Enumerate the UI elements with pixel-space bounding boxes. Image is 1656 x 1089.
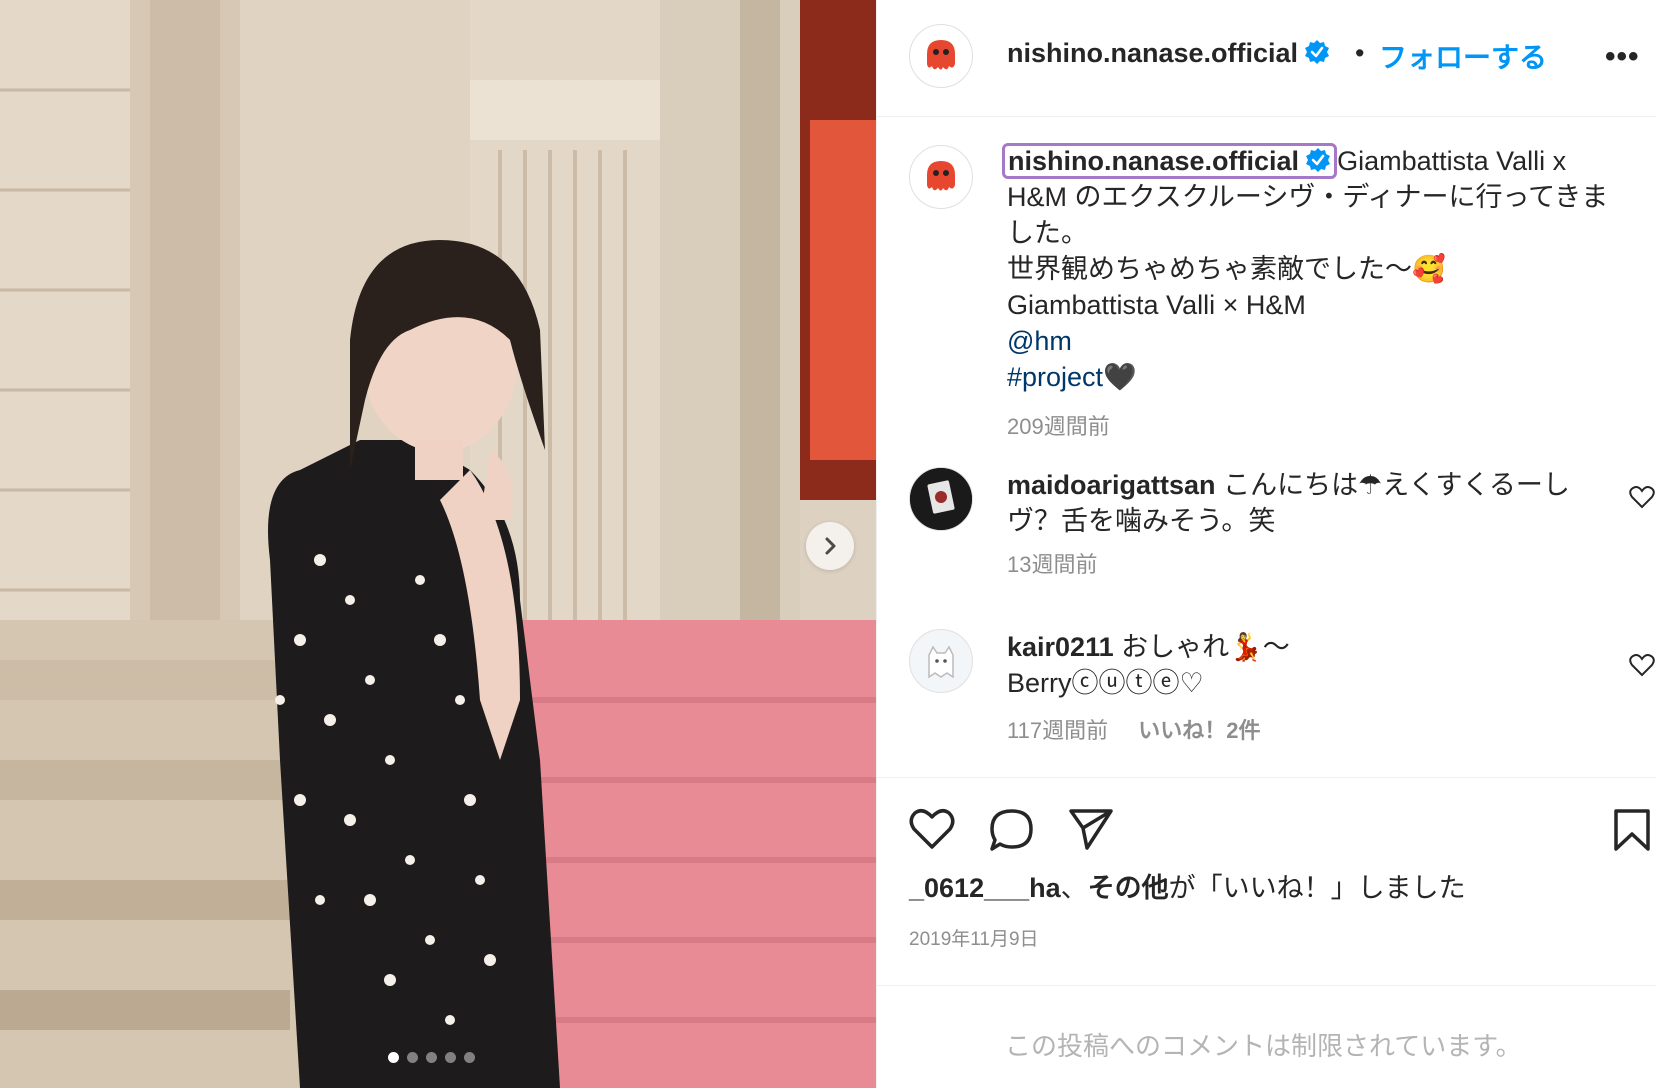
comment-likes-count[interactable]: いいね！2件 [1138,718,1260,743]
comment-text: maidoarigattsan こんにちは☂えくすくるーしヴ？舌を噛みそう。笑 [1007,467,1587,539]
caption-line: 世界観めちゃめちゃ素敵でした〜🥰 [1007,254,1446,284]
caption-username[interactable]: nishino.nanase.official [1002,143,1338,179]
octopus-icon [927,161,955,191]
caption-timestamp[interactable]: 209週間前 [1007,409,1627,445]
comment-body-line: Berryⓒⓤⓣⓔ♡ [1007,668,1204,698]
caption-line: Giambattista Valli × H&M [1007,290,1306,320]
comments-restricted-notice: この投稿へのコメントは制限されています。 [877,985,1656,1089]
comments-area[interactable]: nishino.nanase.official Giambattista Vall… [877,117,1656,777]
ghost-cat-icon [928,645,954,679]
post-caption: nishino.nanase.official Giambattista Vall… [1002,143,1627,445]
comment-timestamp[interactable]: 13週間前 [1007,547,1097,579]
comment-meta: 117週間前 いいね！2件 [1007,713,1260,745]
restricted-text: この投稿へのコメントは制限されています。 [1005,1031,1522,1061]
save-bookmark-icon[interactable] [1613,808,1651,852]
liked-by-text: _0612___ha、その他が「いいね！」しました [909,866,1466,905]
liked-by-username[interactable]: _0612___ha [909,873,1061,903]
post-date[interactable]: 2019年11月9日 [909,924,1039,951]
comment-username[interactable]: kair0211 [1007,632,1114,662]
hashtag-link[interactable]: #project [1007,362,1103,392]
caption-avatar[interactable] [909,145,973,209]
comment-icon[interactable] [989,808,1035,852]
carousel-dot [388,1052,399,1063]
avatar[interactable] [909,24,973,88]
comment-username[interactable]: maidoarigattsan [1007,470,1216,500]
post-photo[interactable] [0,0,876,1088]
mention-link[interactable]: @hm [1007,326,1072,356]
liked-by-others[interactable]: その他 [1088,873,1169,903]
share-icon[interactable] [1069,808,1113,850]
comment-body: おしゃれ💃〜 [1121,632,1290,662]
comment-timestamp[interactable]: 117週間前 [1007,718,1108,743]
header-username[interactable]: nishino.nanase.official [1007,38,1330,69]
carousel-dot [407,1052,418,1063]
follow-button[interactable]: フォローする [1379,36,1547,76]
carousel-indicator [388,1052,475,1063]
verified-badge-icon [1306,148,1331,172]
octopus-icon [927,40,955,70]
username-text[interactable]: nishino.nanase.official [1007,38,1298,68]
comment-text: kair0211 おしゃれ💃〜 Berryⓒⓤⓣⓔ♡ [1007,629,1587,701]
comment-like-icon[interactable] [1629,653,1655,677]
like-icon[interactable] [909,808,955,850]
commenter-avatar[interactable] [909,467,973,531]
post-sidebar: nishino.nanase.official • フォローする ••• nis… [876,0,1656,1088]
post-header: nishino.nanase.official • フォローする ••• [877,0,1656,117]
verified-badge-icon [1305,40,1330,64]
carousel-dot [464,1052,475,1063]
joker-avatar-icon [910,468,972,530]
carousel-dot [426,1052,437,1063]
next-photo-button[interactable] [806,522,854,570]
black-heart-emoji: 🖤 [1103,362,1137,392]
chevron-right-icon [825,537,836,555]
caption-username-text[interactable]: nishino.nanase.official [1008,146,1299,176]
liked-by-suffix: が「いいね！」しました [1168,873,1466,903]
post-actions: _0612___ha、その他が「いいね！」しました 2019年11月9日 [877,777,1656,988]
separator-dot: • [1355,38,1365,68]
commenter-avatar[interactable] [909,629,973,693]
liked-by-separator: 、 [1060,873,1088,903]
comment-like-icon[interactable] [1629,485,1655,509]
more-options-button[interactable]: ••• [1605,40,1640,74]
carousel-dot [445,1052,456,1063]
photo-scene [0,0,876,1088]
